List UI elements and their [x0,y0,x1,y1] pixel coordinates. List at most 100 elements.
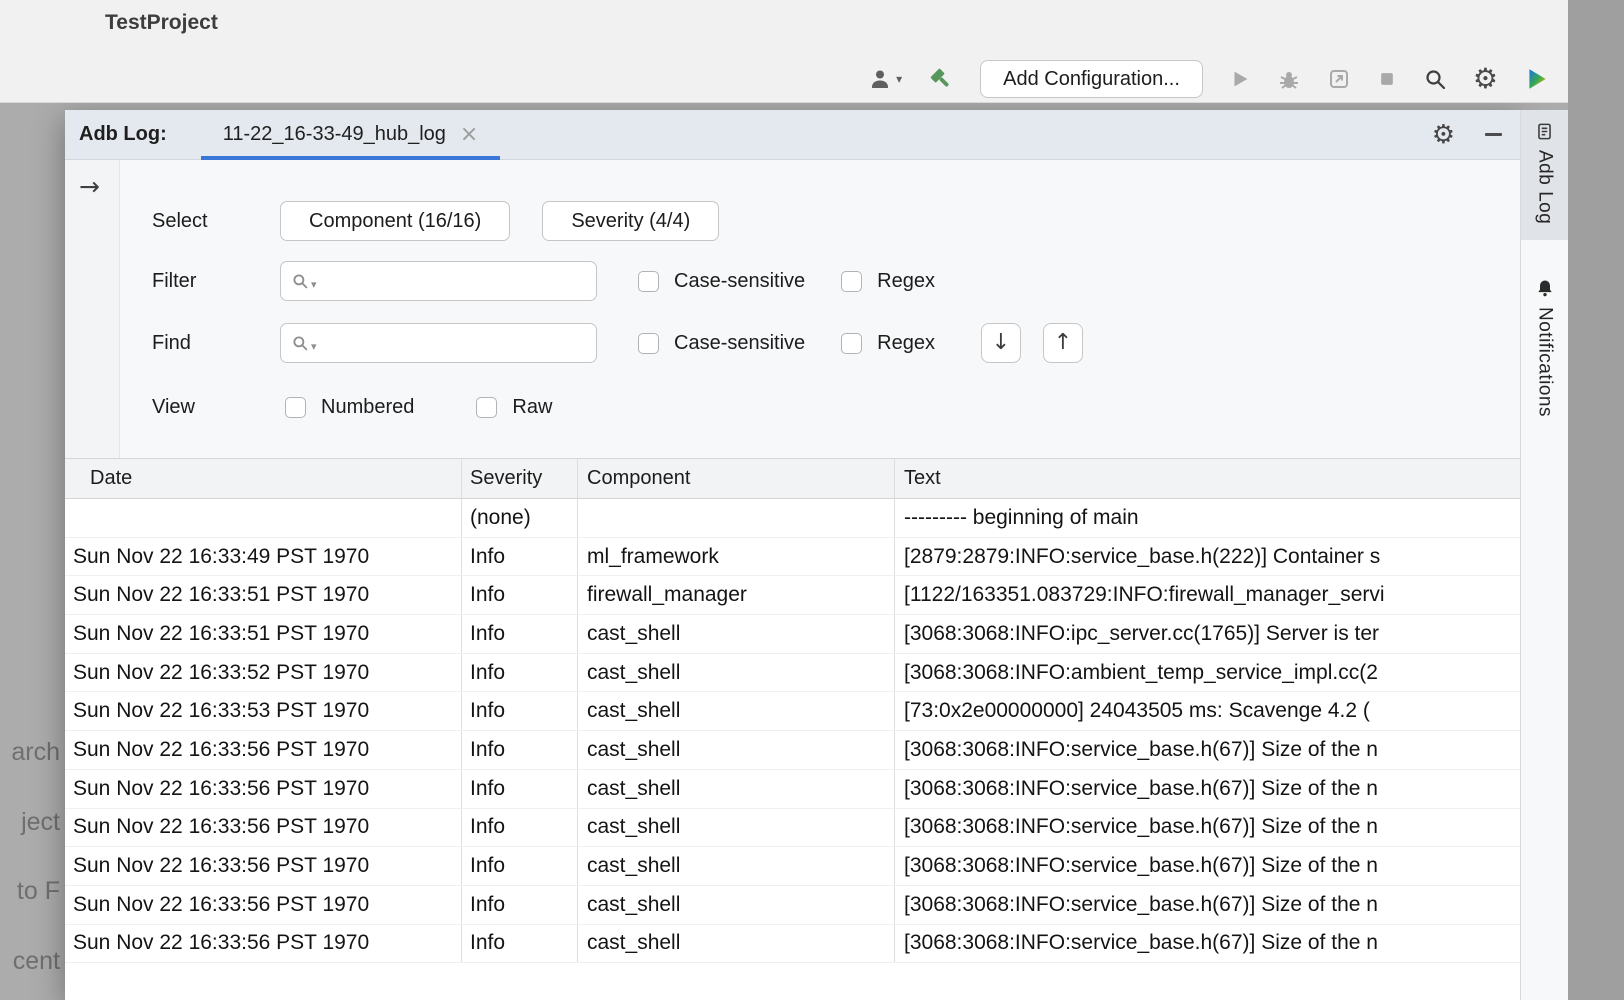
log-row[interactable]: Sun Nov 22 16:33:49 PST 1970Infoml_frame… [65,538,1520,577]
log-cell-text: [3068:3068:INFO:service_base.h(67)] Size… [895,925,1520,963]
controls-gutter: → [65,160,120,458]
adb-log-panel: Adb Log: 11-22_16-33-49_hub_log × ⚙ → Se… [65,110,1520,1000]
checkbox-box[interactable] [638,271,659,292]
stop-icon[interactable] [1377,69,1397,89]
log-row[interactable]: Sun Nov 22 16:33:56 PST 1970Infocast_she… [65,925,1520,964]
log-cell-component: cast_shell [578,886,895,924]
log-cell-text: [3068:3068:INFO:service_base.h(67)] Size… [895,731,1520,769]
checkbox-box[interactable] [476,397,497,418]
log-cell-text: [3068:3068:INFO:service_base.h(67)] Size… [895,847,1520,885]
find-regex-checkbox[interactable]: Regex [841,332,935,355]
find-next-button[interactable]: ↓ [981,323,1021,363]
log-row[interactable]: Sun Nov 22 16:33:56 PST 1970Infocast_she… [65,731,1520,770]
log-cell-component: cast_shell [578,809,895,847]
find-case-sensitive-checkbox[interactable]: Case-sensitive [638,332,805,355]
checkbox-label: Numbered [321,396,414,419]
panel-gear-icon[interactable]: ⚙ [1432,122,1455,148]
filter-case-sensitive-checkbox[interactable]: Case-sensitive [638,270,805,293]
tool-tab-notifications[interactable]: Notifications [1521,266,1568,433]
settings-gear-icon[interactable]: ⚙ [1473,65,1498,93]
checkbox-label: Case-sensitive [674,270,805,293]
tool-tab-label: Notifications [1534,307,1556,417]
log-cell-date: Sun Nov 22 16:33:56 PST 1970 [65,925,462,963]
search-history-chevron-icon[interactable]: ▾ [311,279,317,290]
log-cell-severity: (none) [462,499,578,537]
log-cell-date: Sun Nov 22 16:33:56 PST 1970 [65,809,462,847]
log-row[interactable]: Sun Nov 22 16:33:56 PST 1970Infocast_she… [65,809,1520,848]
search-icon [291,334,309,352]
minimize-icon[interactable] [1485,133,1502,136]
numbered-checkbox[interactable]: Numbered [285,396,414,419]
log-row[interactable]: Sun Nov 22 16:33:53 PST 1970Infocast_she… [65,692,1520,731]
log-row[interactable]: (none)--------- beginning of main [65,499,1520,538]
log-cell-component: cast_shell [578,770,895,808]
log-row[interactable]: Sun Nov 22 16:33:56 PST 1970Infocast_she… [65,847,1520,886]
filter-input[interactable] [319,269,586,293]
checkbox-label: Raw [512,396,552,419]
find-previous-button[interactable]: ↑ [1043,323,1083,363]
main-toolbar: ▾ Add Configuration... ⚙ [868,58,1550,100]
filter-label: Filter [152,270,280,293]
tool-tab-adb-log[interactable]: Adb Log [1521,110,1568,240]
log-row[interactable]: Sun Nov 22 16:33:56 PST 1970Infocast_she… [65,886,1520,925]
log-cell-component: cast_shell [578,847,895,885]
column-header-date[interactable]: Date [65,459,462,498]
find-label: Find [152,332,280,355]
log-cell-text: [3068:3068:INFO:service_base.h(67)] Size… [895,809,1520,847]
filter-regex-checkbox[interactable]: Regex [841,270,935,293]
log-cell-text: [3068:3068:INFO:ambient_temp_service_imp… [895,654,1520,692]
dimmed-background-strip: arch ject to F cent vigat [0,103,65,1000]
column-header-severity[interactable]: Severity [462,459,578,498]
debug-icon[interactable] [1277,67,1301,91]
add-configuration-button[interactable]: Add Configuration... [980,60,1203,98]
user-account-button[interactable]: ▾ [868,67,902,91]
log-file-tab[interactable]: 11-22_16-33-49_hub_log × [201,110,501,160]
find-input[interactable] [319,331,586,355]
search-history-chevron-icon[interactable]: ▾ [311,341,317,352]
log-table-body: (none)--------- beginning of mainSun Nov… [65,499,1520,1000]
ide-colorful-icon[interactable] [1524,66,1550,92]
checkbox-box[interactable] [841,271,862,292]
log-cell-text: [3068:3068:INFO:ipc_server.cc(1765)] Ser… [895,615,1520,653]
log-row[interactable]: Sun Nov 22 16:33:52 PST 1970Infocast_she… [65,654,1520,693]
profiler-icon[interactable] [1327,67,1351,91]
log-cell-date: Sun Nov 22 16:33:56 PST 1970 [65,886,462,924]
titlebar: TestProject ▾ Add Configuration... ⚙ [0,0,1568,103]
close-icon[interactable]: × [460,124,478,146]
search-icon[interactable] [1423,67,1447,91]
log-cell-date: Sun Nov 22 16:33:49 PST 1970 [65,538,462,576]
search-icon [291,272,309,290]
raw-checkbox[interactable]: Raw [476,396,552,419]
log-row[interactable]: Sun Nov 22 16:33:51 PST 1970Infocast_she… [65,615,1520,654]
checkbox-label: Case-sensitive [674,332,805,355]
log-cell-date [65,499,462,537]
run-play-icon[interactable] [1229,68,1251,90]
find-search-field[interactable]: ▾ [280,323,597,363]
filter-search-field[interactable]: ▾ [280,261,597,301]
column-header-text[interactable]: Text [895,459,1520,498]
log-cell-component: cast_shell [578,731,895,769]
build-hammer-icon[interactable] [928,66,954,92]
bg-text-fragment: cent [13,947,60,976]
window-title: TestProject [105,11,218,35]
checkbox-box[interactable] [285,397,306,418]
log-cell-component: cast_shell [578,654,895,692]
log-cell-component: cast_shell [578,615,895,653]
bg-text-fragment: to F [17,877,60,906]
log-cell-severity: Info [462,847,578,885]
severity-filter-button[interactable]: Severity (4/4) [542,201,719,241]
checkbox-box[interactable] [638,333,659,354]
log-cell-text: [73:0x2e00000000] 24043505 ms: Scavenge … [895,692,1520,730]
log-row[interactable]: Sun Nov 22 16:33:51 PST 1970Infofirewall… [65,576,1520,615]
component-filter-button[interactable]: Component (16/16) [280,201,510,241]
column-header-component[interactable]: Component [578,459,895,498]
checkbox-box[interactable] [841,333,862,354]
log-cell-component: ml_framework [578,538,895,576]
view-row: View Numbered Raw [152,387,552,427]
log-cell-date: Sun Nov 22 16:33:56 PST 1970 [65,731,462,769]
panel-header-actions: ⚙ [1432,122,1520,148]
expand-arrow-icon[interactable]: → [79,174,100,199]
bg-text-fragment: arch [11,738,60,767]
log-row[interactable]: Sun Nov 22 16:33:56 PST 1970Infocast_she… [65,770,1520,809]
log-cell-severity: Info [462,731,578,769]
